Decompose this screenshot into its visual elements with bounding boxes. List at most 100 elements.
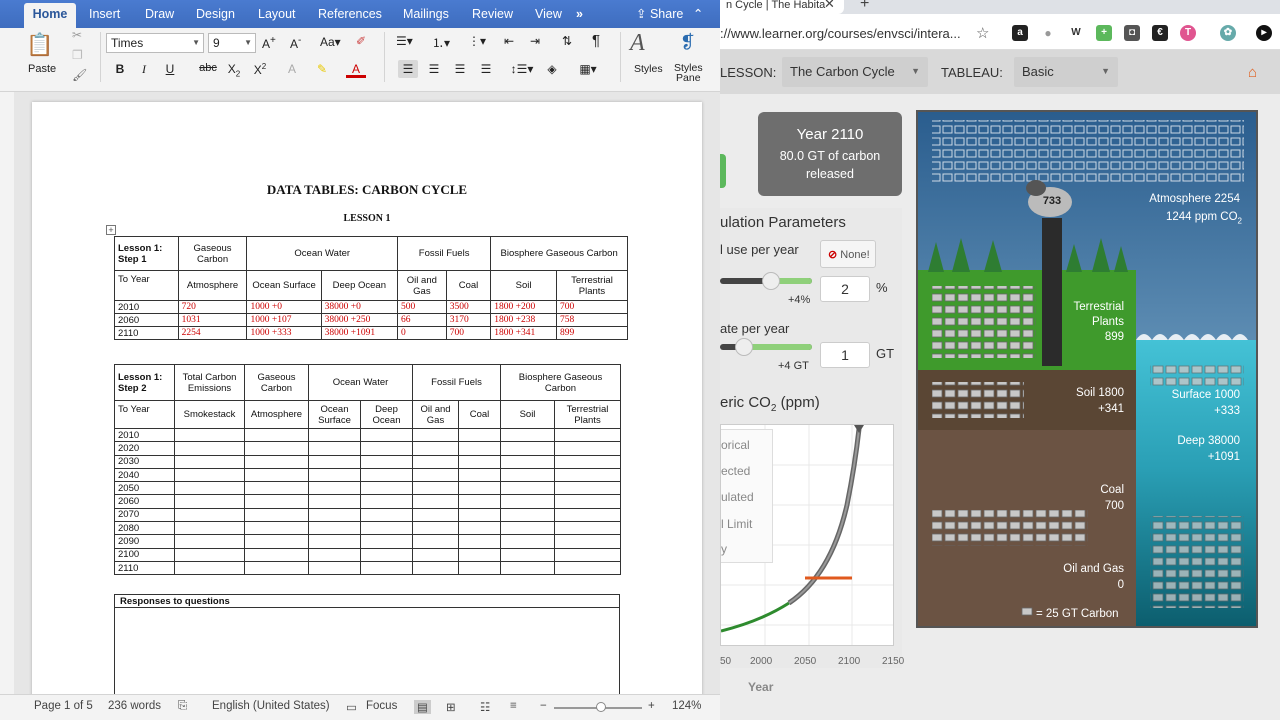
empty-cell[interactable] — [500, 481, 555, 496]
home-icon[interactable]: ⌂ — [1248, 64, 1257, 81]
cut-icon[interactable]: ✂ — [72, 28, 82, 42]
bookmark-star-icon[interactable]: ☆ — [976, 24, 989, 42]
change-case-icon[interactable]: Aa▾ — [320, 35, 341, 49]
empty-cell[interactable] — [412, 494, 459, 509]
align-left-icon[interactable]: ☰ — [398, 60, 418, 78]
empty-cell[interactable] — [458, 521, 501, 536]
param2-slider-knob[interactable] — [735, 338, 753, 356]
column-header[interactable]: Coal — [445, 270, 492, 301]
group-header[interactable]: Biosphere Gaseous Carbon — [490, 236, 628, 271]
empty-cell[interactable] — [554, 521, 621, 536]
empty-cell[interactable] — [500, 560, 555, 576]
numbering-icon[interactable]: ⒈▾ — [432, 34, 450, 51]
tab-view[interactable]: View — [535, 7, 562, 21]
address-bar[interactable]: ://www.learner.org/courses/envsci/intera… — [720, 18, 1280, 50]
justify-icon[interactable]: ☰ — [476, 60, 496, 78]
year-cell[interactable]: 2090 — [114, 534, 175, 549]
menu-icon[interactable]: ▸ — [1256, 25, 1272, 41]
empty-cell[interactable] — [500, 521, 555, 536]
paste-icon[interactable]: 📋 — [22, 32, 58, 64]
year-cell[interactable]: 2010 — [114, 427, 175, 443]
zoom-slider[interactable] — [554, 702, 642, 712]
value-cell[interactable]: 500 — [396, 300, 447, 314]
superscript-button[interactable]: X2 — [250, 60, 270, 78]
borders-icon[interactable]: ▦▾ — [574, 60, 602, 78]
tab-layout[interactable]: Layout — [258, 7, 296, 21]
doc-title[interactable]: DATA TABLES: CARBON CYCLE — [32, 182, 702, 198]
empty-cell[interactable] — [308, 494, 361, 509]
year-cell[interactable]: 2030 — [114, 454, 175, 469]
tab-draw[interactable]: Draw — [145, 7, 174, 21]
value-cell[interactable]: 720 — [177, 300, 248, 314]
legend-item[interactable]: l Limit — [721, 517, 752, 531]
increase-indent-icon[interactable]: ⇥ — [530, 34, 540, 48]
group-header[interactable]: Ocean Water — [308, 364, 413, 401]
empty-cell[interactable] — [244, 547, 309, 562]
column-header[interactable]: Soil — [500, 400, 555, 429]
empty-cell[interactable] — [554, 547, 621, 562]
value-cell[interactable]: 3170 — [445, 313, 492, 327]
param1-input[interactable]: 2 — [820, 276, 870, 302]
tab-design[interactable]: Design — [196, 7, 235, 21]
grow-font-icon[interactable]: A+ — [262, 35, 276, 51]
empty-cell[interactable] — [308, 521, 361, 536]
line-spacing-icon[interactable]: ↕☰▾ — [508, 60, 536, 78]
empty-cell[interactable] — [174, 454, 245, 469]
font-color-icon[interactable]: A — [346, 60, 366, 78]
extension-icon[interactable]: € — [1152, 25, 1168, 41]
underline-button[interactable]: U — [160, 60, 180, 78]
value-cell[interactable]: 38000 +0 — [320, 300, 398, 314]
value-cell[interactable]: 700 — [555, 300, 629, 314]
extension-icon[interactable]: T — [1180, 25, 1196, 41]
page-count[interactable]: Page 1 of 5 — [34, 700, 93, 712]
none-button[interactable]: ⊘ None! — [820, 240, 876, 268]
shading-icon[interactable]: ◈ — [542, 60, 562, 78]
empty-cell[interactable] — [308, 427, 361, 443]
empty-cell[interactable] — [554, 534, 621, 549]
zoom-in-icon[interactable]: + — [648, 700, 655, 712]
value-cell[interactable]: 38000 +1091 — [320, 326, 398, 340]
param2-slider[interactable] — [720, 338, 812, 356]
align-center-icon[interactable]: ☰ — [424, 60, 444, 78]
year-cell[interactable]: 2070 — [114, 507, 175, 523]
year-cell[interactable]: 2110 — [114, 326, 179, 340]
empty-cell[interactable] — [500, 507, 555, 523]
strikethrough-button[interactable]: abc — [196, 60, 220, 78]
empty-cell[interactable] — [554, 467, 621, 483]
word-count[interactable]: 236 words — [108, 700, 161, 712]
year-cell[interactable]: 2050 — [114, 481, 175, 496]
column-header[interactable]: Terrestrial Plants — [554, 400, 621, 429]
multilevel-list-icon[interactable]: ⋮▾ — [468, 34, 486, 48]
year-cell[interactable]: 2100 — [114, 547, 175, 562]
tab-references[interactable]: References — [318, 7, 382, 21]
year-cell[interactable]: 2110 — [114, 560, 175, 576]
empty-cell[interactable] — [500, 454, 555, 469]
empty-cell[interactable] — [500, 427, 555, 443]
responses-box[interactable]: Responses to questions — [114, 594, 620, 704]
empty-cell[interactable] — [174, 521, 245, 536]
empty-cell[interactable] — [500, 441, 555, 456]
empty-cell[interactable] — [174, 467, 245, 483]
value-cell[interactable]: 66 — [396, 313, 447, 327]
group-header[interactable]: Gaseous Carbon — [244, 364, 309, 401]
column-header[interactable]: Terrestrial Plants — [555, 270, 629, 301]
value-cell[interactable]: 758 — [555, 313, 629, 327]
web-layout-icon[interactable]: ⊞ — [446, 700, 456, 714]
copy-icon[interactable]: ❐ — [72, 48, 83, 62]
value-cell[interactable]: 38000 +250 — [320, 313, 398, 327]
font-name-combo[interactable]: Times ▼ — [106, 33, 204, 53]
zoom-level[interactable]: 124% — [672, 700, 701, 712]
param1-slider[interactable] — [720, 272, 812, 290]
empty-cell[interactable] — [244, 441, 309, 456]
styles-pane-icon[interactable]: ❡ — [680, 32, 695, 53]
empty-cell[interactable] — [412, 441, 459, 456]
group-header[interactable]: Total Carbon Emissions — [174, 364, 245, 401]
legend-item[interactable]: ulated — [721, 490, 754, 504]
collapse-ribbon-icon[interactable]: ⌃ — [693, 7, 703, 21]
value-cell[interactable]: 1800 +341 — [490, 326, 557, 340]
value-cell[interactable]: 1000 +333 — [246, 326, 322, 340]
group-header[interactable]: Gaseous Carbon — [177, 236, 248, 271]
empty-cell[interactable] — [308, 534, 361, 549]
empty-cell[interactable] — [360, 547, 413, 562]
empty-cell[interactable] — [174, 481, 245, 496]
